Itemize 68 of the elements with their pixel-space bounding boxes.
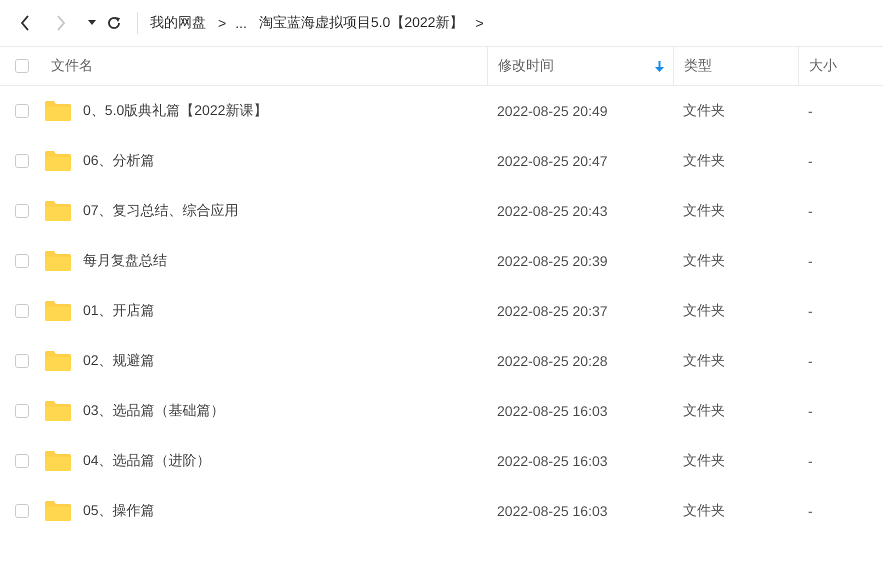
checkbox[interactable] — [15, 154, 29, 168]
table-cell: 2022-08-25 20:49 — [497, 103, 608, 119]
checkbox[interactable] — [15, 59, 29, 73]
folder-icon — [45, 351, 71, 371]
checkbox[interactable] — [15, 104, 29, 118]
table-cell: 文件夹 — [683, 102, 725, 120]
file-name[interactable]: 05、操作篇 — [83, 502, 155, 520]
table-cell: 文件夹 — [683, 302, 725, 320]
breadcrumb-ellipsis[interactable]: ... — [235, 15, 247, 31]
table-cell: 2022-08-25 20:28 — [497, 353, 608, 369]
checkbox[interactable] — [15, 204, 29, 218]
table-cell: 2022-08-25 20:39 — [497, 253, 608, 269]
refresh-icon[interactable] — [106, 15, 122, 31]
file-name[interactable]: 02、规避篇 — [83, 352, 155, 370]
column-header[interactable]: 修改时间 — [498, 57, 554, 75]
column-header[interactable]: 类型 — [684, 57, 712, 75]
table-cell: - — [808, 453, 813, 469]
checkbox[interactable] — [15, 304, 29, 318]
folder-icon — [45, 401, 71, 421]
file-name[interactable]: 07、复习总结、综合应用 — [83, 202, 239, 220]
table-cell: 文件夹 — [683, 502, 725, 520]
table-cell: - — [808, 303, 813, 319]
table-cell: 2022-08-25 20:37 — [497, 303, 608, 319]
breadcrumb-separator: > — [218, 15, 226, 31]
file-name[interactable]: 01、开店篇 — [83, 302, 155, 320]
table-cell: 2022-08-25 16:03 — [497, 403, 608, 419]
file-name[interactable]: 03、选品篇（基础篇） — [83, 402, 225, 420]
table-cell: - — [808, 203, 813, 219]
table-cell: 文件夹 — [683, 202, 725, 220]
table-cell: 2022-08-25 16:03 — [497, 503, 608, 519]
file-name[interactable]: 每月复盘总结 — [83, 252, 167, 270]
checkbox[interactable] — [15, 454, 29, 468]
checkbox[interactable] — [15, 354, 29, 368]
breadcrumb-separator: > — [475, 15, 484, 31]
file-name[interactable]: 06、分析篇 — [83, 152, 155, 170]
table-cell: - — [808, 153, 813, 169]
sort-arrow-icon[interactable] — [655, 60, 664, 72]
table-cell: 文件夹 — [683, 152, 725, 170]
folder-icon — [45, 251, 71, 271]
table-cell: 文件夹 — [683, 252, 725, 270]
table-cell: 文件夹 — [683, 352, 725, 370]
back-icon[interactable] — [20, 14, 30, 32]
breadcrumb-link[interactable]: 我的网盘 — [150, 14, 206, 32]
table-cell: 文件夹 — [683, 402, 725, 420]
dropdown-caret-icon[interactable] — [88, 20, 96, 26]
column-header[interactable]: 文件名 — [51, 57, 93, 75]
table-cell: 文件夹 — [683, 452, 725, 470]
checkbox[interactable] — [15, 254, 29, 268]
folder-icon — [45, 101, 71, 121]
folder-icon — [45, 151, 71, 171]
folder-icon — [45, 201, 71, 221]
table-cell: - — [808, 353, 813, 369]
folder-icon — [45, 451, 71, 471]
table-cell: - — [808, 103, 813, 119]
file-name[interactable]: 0、5.0版典礼篇【2022新课】 — [83, 102, 268, 120]
folder-icon — [45, 501, 71, 521]
table-cell: 2022-08-25 20:47 — [497, 153, 608, 169]
folder-icon — [45, 301, 71, 321]
table-cell: - — [808, 253, 813, 269]
table-cell: - — [808, 403, 813, 419]
file-name[interactable]: 04、选品篇（进阶） — [83, 452, 211, 470]
checkbox[interactable] — [15, 404, 29, 418]
table-cell: 2022-08-25 16:03 — [497, 453, 608, 469]
checkbox[interactable] — [15, 504, 29, 518]
breadcrumb-link[interactable]: 淘宝蓝海虚拟项目5.0【2022新】 — [258, 14, 464, 32]
table-cell: 2022-08-25 20:43 — [497, 203, 608, 219]
column-header[interactable]: 大小 — [809, 57, 837, 75]
table-cell: - — [808, 503, 813, 519]
